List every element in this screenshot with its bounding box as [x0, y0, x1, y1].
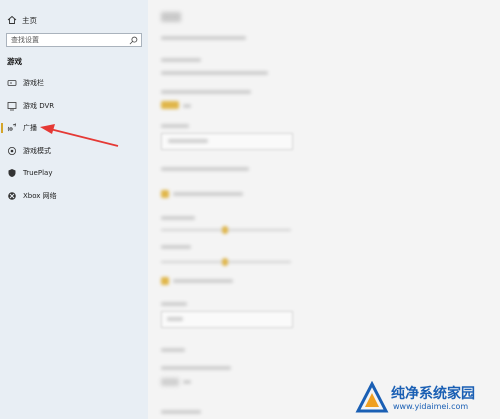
watermark-title: 纯净系统家园 — [391, 386, 475, 402]
watermark: 纯净系统家园 www.yidaimei.com — [355, 381, 495, 415]
watermark-logo-icon — [355, 381, 389, 413]
annotation-arrow — [40, 124, 119, 147]
watermark-url: www.yidaimei.com — [393, 402, 469, 411]
